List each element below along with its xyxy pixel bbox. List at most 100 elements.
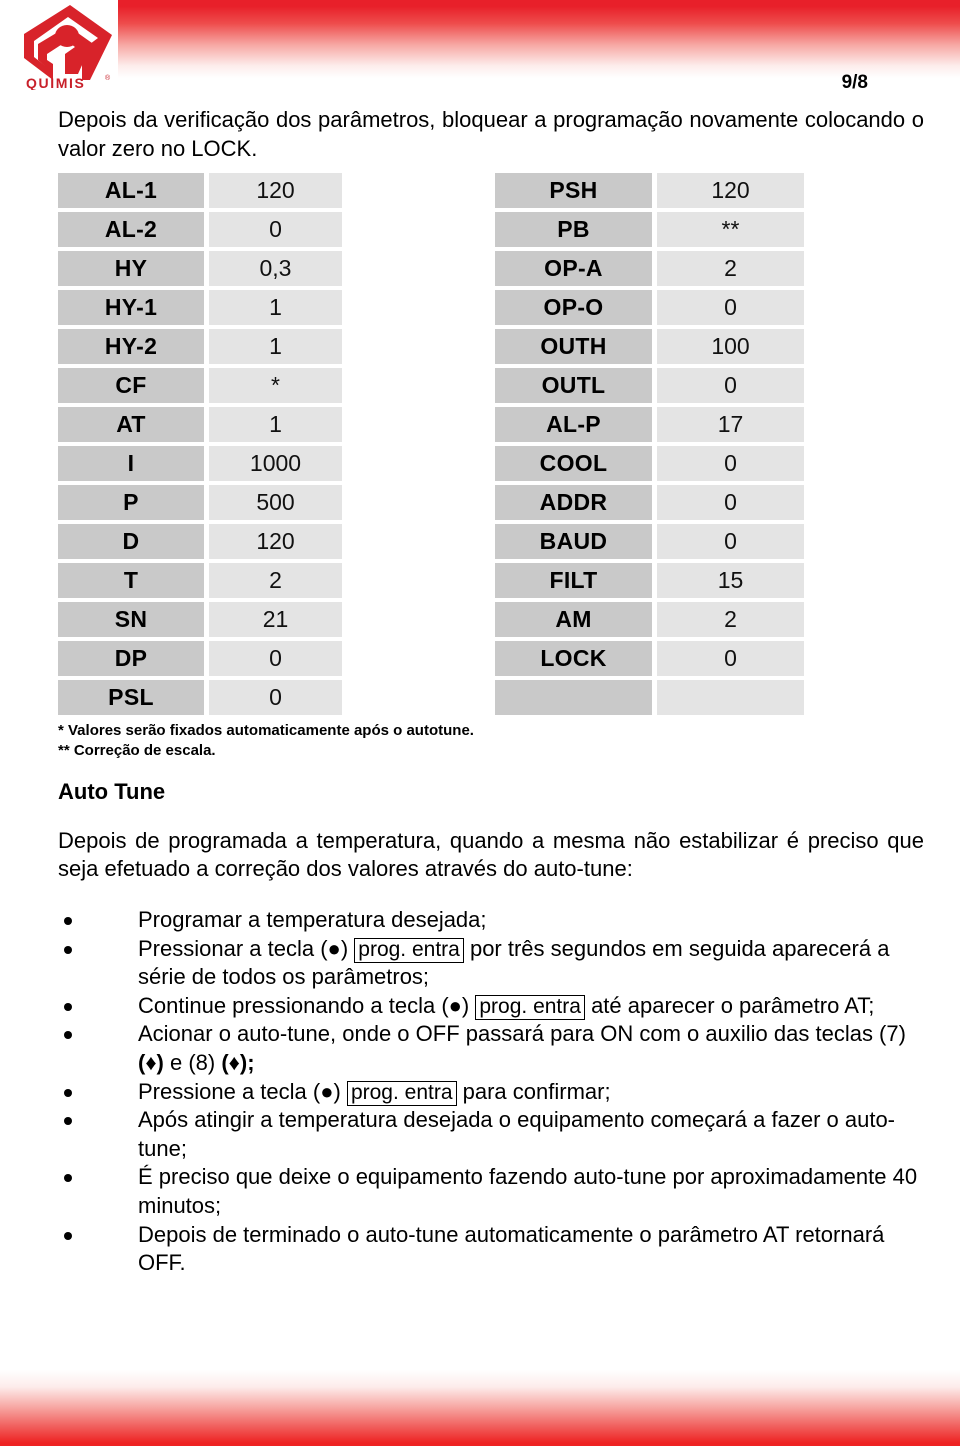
parameter-label: OUTL [495,368,652,404]
table-row: OP-O 0 [495,290,810,326]
table-row: OUTH 100 [495,329,810,365]
parameter-label: OUTH [495,329,652,365]
arrow-key-glyph: (♦); [221,1049,255,1075]
table-row: OP-A 2 [495,251,810,287]
parameter-value: 0 [209,680,342,716]
parameter-label: DP [58,641,204,677]
parameter-label: I [58,446,204,482]
parameter-tables: AL-1 120 AL-2 0 HY 0,3 HY-1 1 HY-2 1 CF * AT 1 I 1000 P 5… [58,173,930,716]
table-row: BAUD 0 [495,524,810,560]
svg-text:®: ® [105,74,111,82]
arrow-key-glyph: (♦) [138,1049,164,1075]
list-item: Continue pressionando a tecla (●) prog. … [58,992,930,1021]
parameter-label [495,680,652,716]
parameter-label: HY-1 [58,290,204,326]
parameter-value: 0 [657,641,804,677]
prog-entra-key-label[interactable]: prog. entra [354,937,464,963]
list-item: Pressione a tecla (●) prog. entra para c… [58,1078,930,1107]
list-item-text: Depois de terminado o auto-tune automati… [138,1221,885,1276]
parameter-label: FILT [495,563,652,599]
parameter-value: 2 [209,563,342,599]
bullet-dot-icon [64,1088,72,1097]
parameter-value: 0 [209,212,342,248]
list-item: É preciso que deixe o equipamento fazend… [58,1163,930,1220]
bullet-dot-icon [64,1031,72,1040]
list-item-text: Continue pressionando a tecla (●) [138,992,476,1018]
parameter-label: SN [58,602,204,638]
table-row: AL-2 0 [58,212,348,248]
bullet-dot-icon [64,1174,72,1183]
list-item-text: e (8) [163,1049,222,1075]
table-row: D 120 [58,524,348,560]
quimis-logo: QUIMIS ® [12,2,124,90]
svg-text:QUIMIS: QUIMIS [26,75,85,90]
page-header: QUIMIS ® 9/8 [0,0,960,93]
parameter-value: 100 [657,329,804,365]
list-item-text: Pressione a tecla (●) [138,1078,347,1104]
parameter-label: AL-P [495,407,652,443]
parameter-label: HY-2 [58,329,204,365]
parameter-value: 120 [209,173,342,209]
parameter-label: PSL [58,680,204,716]
parameter-value: 500 [209,485,342,521]
page-number: 9/8 [841,72,868,93]
parameter-label: PB [495,212,652,248]
parameter-value: 1000 [209,446,342,482]
table-row [495,680,810,716]
table-row: AL-P 17 [495,407,810,443]
prog-entra-key-label[interactable]: prog. entra [475,994,585,1020]
parameter-table-right: PSH 120 PB ** OP-A 2 OP-O 0 OUTH 100 OUTL 0 AL-P 17 CO… [495,173,810,716]
parameter-value: * [209,368,342,404]
autotune-heading: Auto Tune [58,778,166,804]
table-row: PSH 120 [495,173,810,209]
parameter-label: OP-O [495,290,652,326]
footnote-two: ** Correção de escala. [58,741,216,759]
parameter-value: 2 [657,251,804,287]
list-item: Pressionar a tecla (●) prog. entra por t… [58,935,930,992]
parameter-label: PSH [495,173,652,209]
table-row: T2 [58,563,348,599]
parameter-label: AL-2 [58,212,204,248]
parameter-value: 0 [657,368,804,404]
parameter-label: T [58,563,204,599]
parameter-label: P [58,485,204,521]
parameter-label: AL-1 [58,173,204,209]
parameter-value: 2 [657,602,804,638]
parameter-value: 0 [209,641,342,677]
table-footnotes: * Valores serão fixados automaticamente … [58,721,930,761]
list-item-text: Pressionar a tecla (●) [138,935,355,961]
list-item-text: Após atingir a temperatura desejada o eq… [138,1107,896,1161]
parameter-label: AM [495,602,652,638]
autotune-paragraph: Depois de programada a temperatura, quan… [58,827,924,882]
bullet-dot-icon [64,916,72,925]
parameter-label: AT [58,407,204,443]
table-row: ADDR 0 [495,485,810,521]
parameter-value: 1 [209,407,342,443]
list-item: Após atingir a temperatura desejada o eq… [58,1106,930,1163]
bullet-dot-icon [64,1002,72,1011]
page-footer [0,1370,960,1446]
parameter-label: D [58,524,204,560]
page-content: Depois da verificação dos parâmetros, bl… [58,106,930,1278]
parameter-value: 0 [657,524,804,560]
parameter-value: 1 [209,290,342,326]
list-item: Depois de terminado o auto-tune automati… [58,1221,930,1278]
table-row: I 1000 [58,446,348,482]
table-row: LOCK 0 [495,641,810,677]
table-row: COOL 0 [495,446,810,482]
bullet-dot-icon [64,945,72,954]
prog-entra-key-label[interactable]: prog. entra [346,1080,457,1106]
list-item-text: Acionar o auto-tune, onde o OFF passará … [138,1021,906,1047]
table-row: HY-2 1 [58,329,348,365]
list-item-text: Programar a temperatura desejada; [138,906,487,932]
parameter-label: ADDR [495,485,652,521]
parameter-value: ** [657,212,804,248]
header-gradient-band [118,0,960,78]
parameter-value: 0,3 [209,251,342,287]
parameter-label: OP-A [495,251,652,287]
parameter-value: 1 [209,329,342,365]
table-row: AL-1 120 [58,173,348,209]
parameter-label: BAUD [495,524,652,560]
parameter-value: 0 [657,290,804,326]
parameter-value: 0 [657,485,804,521]
